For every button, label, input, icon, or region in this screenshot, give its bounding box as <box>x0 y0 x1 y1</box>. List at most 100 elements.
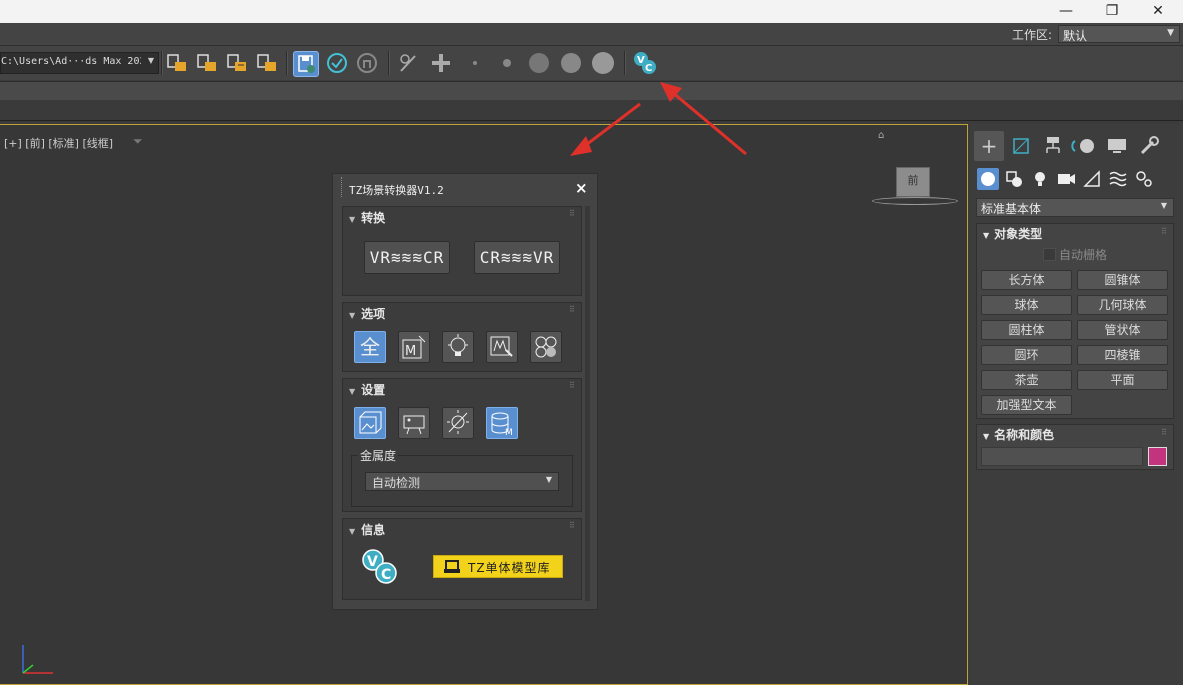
hand-icon[interactable] <box>355 51 379 75</box>
pyramid-button[interactable]: 四棱锥 <box>1077 345 1168 365</box>
camera-icon[interactable] <box>398 407 430 439</box>
brush-icon[interactable] <box>397 51 421 75</box>
workspace-label: 工作区: <box>1012 28 1053 42</box>
viewcube-face[interactable]: 前 <box>896 167 930 197</box>
spheres-icon[interactable] <box>530 331 562 363</box>
command-panel: + 标准基本体 ▼ ▼ 对象类型 ⠿ 自动栅格 长方体 圆锥体 球体 几何球体 … <box>970 124 1183 685</box>
project-path-dropdown[interactable]: C:\Users\Ad···ds Max 2023 ▼ <box>0 52 159 74</box>
helpers-icon[interactable] <box>1081 168 1103 190</box>
tz-converter-dialog: TZ场景转换器V1.2 × ▼ 转换 ⠿ VR≋≋≋CR CR≋≋≋VR ▼ 选项 … <box>332 173 598 610</box>
grip-icon: ⠿ <box>569 521 575 530</box>
grip-icon: ⠿ <box>1161 227 1167 236</box>
geometry-icon[interactable] <box>977 168 999 190</box>
geosphere-button[interactable]: 几何球体 <box>1077 295 1168 315</box>
rollout-name-color: ▼ 名称和颜色 ⠿ <box>976 424 1174 470</box>
workspace-value: 默认 <box>1063 29 1088 43</box>
dialog-close-button[interactable]: × <box>575 179 588 197</box>
bind-icon[interactable] <box>225 51 249 75</box>
create-tab-plus-icon[interactable]: + <box>974 131 1004 161</box>
dot-small-icon[interactable] <box>463 51 487 75</box>
object-name-input[interactable] <box>981 447 1143 466</box>
rollout-header[interactable]: ▼ 设置 <box>349 381 385 398</box>
dot-xlarge-icon[interactable] <box>559 51 583 75</box>
grip-icon: ⠿ <box>569 381 575 390</box>
rollout-header[interactable]: ▼ 名称和颜色 <box>983 426 1054 443</box>
select-all-button[interactable]: 全 <box>354 331 386 363</box>
filter-icon[interactable]: ⏷ <box>133 134 143 149</box>
space-warps-icon[interactable] <box>1107 168 1129 190</box>
cr-to-vr-button[interactable]: CR≋≋≋VR <box>474 241 560 274</box>
plane-button[interactable]: 平面 <box>1077 370 1168 390</box>
rollout-header[interactable]: ▼ 信息 <box>349 521 385 538</box>
vc-logo-icon[interactable]: V C <box>361 549 399 585</box>
material-glyph: M <box>405 344 416 359</box>
scene-texture-icon[interactable] <box>354 407 386 439</box>
metalness-dropdown[interactable]: 自动检测 ▼ <box>365 472 559 491</box>
autogrid-checkbox[interactable] <box>1043 248 1056 261</box>
hierarchy-icon[interactable] <box>255 51 279 75</box>
torus-button[interactable]: 圆环 <box>981 345 1072 365</box>
link-icon[interactable] <box>165 51 189 75</box>
workspace-dropdown[interactable]: 默认 ▼ <box>1058 25 1180 43</box>
lights-icon[interactable] <box>1029 168 1051 190</box>
cone-button[interactable]: 圆锥体 <box>1077 270 1168 290</box>
dialog-title-bar[interactable]: TZ场景转换器V1.2 × <box>333 174 597 202</box>
home-icon[interactable]: ⌂ <box>878 130 884 141</box>
save-icon[interactable] <box>293 51 319 77</box>
dot-medium-icon[interactable] <box>495 51 519 75</box>
window-title-bar: — ❐ ✕ <box>0 0 1183 23</box>
light-off-icon[interactable] <box>442 407 474 439</box>
minimize-button[interactable]: — <box>1043 0 1089 23</box>
object-color-swatch[interactable] <box>1148 447 1167 466</box>
material-select-icon[interactable] <box>486 331 518 363</box>
utilities-tab-wrench-icon[interactable] <box>1134 131 1164 161</box>
dot-xxlarge-icon[interactable] <box>591 51 615 75</box>
metalness-label: 金属度 <box>358 447 399 464</box>
display-tab-icon[interactable] <box>1102 131 1132 161</box>
dialog-scrollbar[interactable] <box>585 206 590 601</box>
close-window-button[interactable]: ✕ <box>1135 0 1181 23</box>
project-path-value: C:\Users\Ad···ds Max 2023 <box>1 56 141 67</box>
box-button[interactable]: 长方体 <box>981 270 1072 290</box>
teapot-button[interactable]: 茶壶 <box>981 370 1072 390</box>
rollout-header[interactable]: ▼ 选项 <box>349 305 385 322</box>
material-icon[interactable]: M <box>398 331 430 363</box>
rollout-header[interactable]: ▼ 对象类型 <box>983 225 1042 242</box>
vc-icon-v: V <box>637 55 645 66</box>
chevron-down-icon: ▼ <box>545 475 552 484</box>
viewcube[interactable]: 前 <box>872 165 960 215</box>
add-icon[interactable] <box>429 51 453 75</box>
svg-text:M: M <box>505 428 513 438</box>
light-bulb-icon[interactable] <box>442 331 474 363</box>
dot-large-icon[interactable] <box>527 51 551 75</box>
cylinder-button[interactable]: 圆柱体 <box>981 320 1072 340</box>
dialog-title: TZ场景转换器V1.2 <box>349 184 444 197</box>
restore-button[interactable]: ❐ <box>1089 0 1135 23</box>
rollout-settings: ▼ 设置 ⠿ M 金属度 自动检测 ▼ <box>342 378 582 512</box>
modify-tab-icon[interactable] <box>1006 131 1036 161</box>
grip-icon: ⠿ <box>569 305 575 314</box>
shapes-icon[interactable] <box>1003 168 1025 190</box>
vc-plugin-icon[interactable]: VC <box>633 51 657 75</box>
model-library-label: TZ单体模型库 <box>468 561 551 575</box>
systems-icon[interactable] <box>1133 168 1155 190</box>
cameras-icon[interactable] <box>1055 168 1077 190</box>
material-library-icon[interactable]: M <box>486 407 518 439</box>
rollout-title: 转换 <box>361 211 386 225</box>
object-category-value: 标准基本体 <box>981 202 1042 216</box>
hierarchy-tab-icon[interactable] <box>1038 131 1068 161</box>
check-icon[interactable] <box>325 51 349 75</box>
rollout-header[interactable]: ▼ 转换 <box>349 209 385 226</box>
tube-button[interactable]: 管状体 <box>1077 320 1168 340</box>
viewport-label[interactable]: [+] [前] [标准] [线框] <box>4 135 113 151</box>
viewcube-ring[interactable] <box>872 197 958 205</box>
toolbar-separator <box>286 51 288 75</box>
sphere-button[interactable]: 球体 <box>981 295 1072 315</box>
unlink-icon[interactable] <box>195 51 219 75</box>
metalness-value: 自动检测 <box>372 476 421 490</box>
vr-to-cr-button[interactable]: VR≋≋≋CR <box>364 241 450 274</box>
object-category-dropdown[interactable]: 标准基本体 ▼ <box>976 198 1174 217</box>
model-library-button[interactable]: TZ单体模型库 <box>433 555 563 578</box>
motion-tab-icon[interactable] <box>1070 131 1100 161</box>
textplus-button[interactable]: 加强型文本 <box>981 395 1072 415</box>
